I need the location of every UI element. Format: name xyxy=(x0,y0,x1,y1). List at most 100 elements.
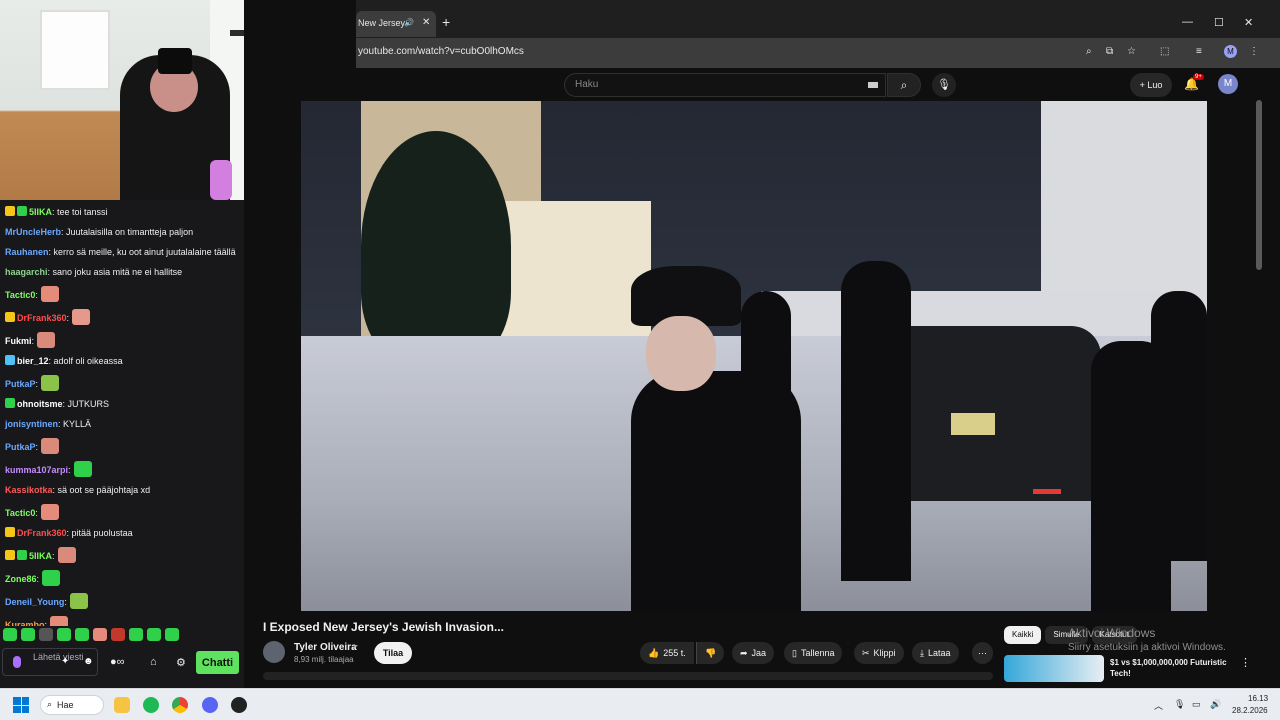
keyboard-icon[interactable] xyxy=(868,82,878,88)
chat-username[interactable]: kumma107arpi xyxy=(5,465,68,475)
extensions-icon[interactable]: ⬚ xyxy=(1160,46,1169,57)
share-button[interactable]: ➦ Jaa xyxy=(732,642,775,664)
file-explorer-icon[interactable] xyxy=(114,697,130,713)
recommended-title[interactable]: $1 vs $1,000,000,000 Futuristic Tech! xyxy=(1110,657,1240,679)
mic-icon[interactable]: 🎙 xyxy=(1174,699,1185,710)
chat-username[interactable]: 5IIKA xyxy=(29,551,52,561)
chat-emote[interactable] xyxy=(40,504,59,520)
speaker-icon[interactable]: 🔊 xyxy=(404,18,414,27)
star-icon[interactable]: ☆ xyxy=(1127,46,1136,57)
chevron-up-icon[interactable]: ︿ xyxy=(1154,699,1163,712)
page-scrollbar[interactable] xyxy=(1256,100,1262,270)
chat-username[interactable]: PutkaP xyxy=(5,442,36,452)
subscribe-button[interactable]: Tilaa xyxy=(374,642,412,664)
mic-icon[interactable] xyxy=(13,656,21,668)
chat-username[interactable]: MrUncleHerb xyxy=(5,227,61,237)
window-close-button[interactable]: ✕ xyxy=(1244,16,1253,29)
chat-username[interactable]: 5IIKA xyxy=(29,207,52,217)
chat-emote[interactable] xyxy=(69,593,88,609)
chat-emote[interactable] xyxy=(41,438,60,454)
chip-all[interactable]: Kaikki xyxy=(1004,626,1042,644)
emote-suggestions[interactable] xyxy=(3,628,179,642)
video-player[interactable] xyxy=(301,101,1207,611)
crown-badge-icon[interactable] xyxy=(5,527,15,537)
chat-username[interactable]: Rauhanen xyxy=(5,247,49,257)
voice-search-button[interactable]: 🎙 xyxy=(932,73,956,97)
like-button[interactable]: 👍 255 t. xyxy=(640,642,694,664)
channel-avatar[interactable] xyxy=(263,641,285,663)
bottle-badge-icon[interactable] xyxy=(5,355,15,365)
chat-username[interactable]: Tactic0 xyxy=(5,290,35,300)
recommended-thumbnail[interactable] xyxy=(1004,655,1104,682)
chat-emote[interactable] xyxy=(41,375,60,391)
emote[interactable] xyxy=(147,628,161,641)
crown-badge-icon[interactable] xyxy=(5,206,15,216)
create-button[interactable]: + Luo xyxy=(1130,73,1172,97)
chat-username[interactable]: DrFrank360 xyxy=(17,313,67,323)
emote[interactable] xyxy=(57,628,71,641)
network-icon[interactable]: ▭ xyxy=(1192,699,1201,710)
windows-start-icon[interactable] xyxy=(13,697,29,713)
chat-username[interactable]: Deneil_Young xyxy=(5,597,64,607)
chat-emote[interactable] xyxy=(57,547,76,563)
volume-icon[interactable]: 🔊 xyxy=(1210,699,1221,710)
chat-username[interactable]: Tactic0 xyxy=(5,508,35,518)
more-actions-button[interactable]: ⋯ xyxy=(972,642,993,664)
address-bar[interactable]: youtube.com/watch?v=cubO0lhOMcs ⌕ ⧉ ☆ ⬚ … xyxy=(356,38,1280,68)
dislike-button[interactable]: 👎 xyxy=(696,642,725,664)
points-icon[interactable]: ●∞ xyxy=(110,656,125,668)
green-badge-icon[interactable] xyxy=(5,398,15,408)
chat-input[interactable]: Lähetä viesti ✦ ☻ xyxy=(2,648,98,676)
chat-emote[interactable] xyxy=(37,332,56,348)
emote[interactable] xyxy=(93,628,107,641)
chat-username[interactable]: DrFrank360 xyxy=(17,528,67,538)
emote[interactable] xyxy=(129,628,143,641)
download-button[interactable]: ⤓ Lataa xyxy=(912,642,959,664)
emoji-icon[interactable]: ☻ xyxy=(83,657,94,667)
close-icon[interactable]: ✕ xyxy=(422,17,430,28)
menu-icon[interactable]: ⋮ xyxy=(1249,46,1259,57)
search-input[interactable]: Haku xyxy=(564,73,886,97)
minimize-button[interactable]: — xyxy=(1182,16,1193,28)
clock-time[interactable]: 16.13 xyxy=(1248,694,1268,703)
clip-button[interactable]: ✂ Klippi xyxy=(854,642,904,664)
description-box[interactable] xyxy=(263,672,993,680)
green-badge-icon[interactable] xyxy=(17,550,27,560)
discord-icon[interactable] xyxy=(202,697,218,713)
zoom-icon[interactable]: ⌕ xyxy=(1086,46,1092,57)
emote[interactable] xyxy=(75,628,89,641)
chat-emote[interactable] xyxy=(42,570,61,586)
taskbar-search[interactable]: ⌕ Hae xyxy=(40,695,104,715)
chat-username[interactable]: ohnoitsme xyxy=(17,399,63,409)
chat-username[interactable]: jonisyntinen xyxy=(5,419,58,429)
emote[interactable] xyxy=(21,628,35,641)
spotify-icon[interactable] xyxy=(143,697,159,713)
profile-avatar[interactable]: M xyxy=(1224,45,1237,58)
emote[interactable] xyxy=(3,628,17,641)
chrome-icon[interactable] xyxy=(172,697,188,713)
chat-username[interactable]: PutkaP xyxy=(5,379,36,389)
search-button[interactable]: ⌕ xyxy=(887,73,921,97)
chat-username[interactable]: Fukmi xyxy=(5,336,32,346)
chat-username[interactable]: bier_12 xyxy=(17,356,49,366)
chat-emote[interactable] xyxy=(73,461,92,477)
channel-name[interactable]: Tyler Oliveira xyxy=(294,642,357,653)
shop-icon[interactable]: ⌂ xyxy=(150,656,157,668)
emote[interactable] xyxy=(165,628,179,641)
tab-youtube[interactable]: New Jersey 🔊 ✕ xyxy=(356,11,436,37)
wand-icon[interactable]: ✦ xyxy=(61,657,69,667)
chat-emote[interactable] xyxy=(72,309,91,325)
clock-date[interactable]: 28.2.2026 xyxy=(1232,706,1268,715)
green-badge-icon[interactable] xyxy=(17,206,27,216)
cast-icon[interactable]: ⧉ xyxy=(1106,46,1113,57)
chat-emote[interactable] xyxy=(50,616,69,626)
crown-badge-icon[interactable] xyxy=(5,550,15,560)
emote[interactable] xyxy=(111,628,125,641)
chat-username[interactable]: Kurambo xyxy=(5,620,45,626)
url-text[interactable]: youtube.com/watch?v=cubO0lhOMcs xyxy=(358,46,524,57)
chat-username[interactable]: Kassikotka xyxy=(5,485,53,495)
gear-icon[interactable]: ⚙ xyxy=(176,656,186,669)
account-avatar[interactable]: M xyxy=(1218,74,1238,94)
media-icon[interactable]: ≡ xyxy=(1196,46,1202,57)
crown-badge-icon[interactable] xyxy=(5,312,15,322)
